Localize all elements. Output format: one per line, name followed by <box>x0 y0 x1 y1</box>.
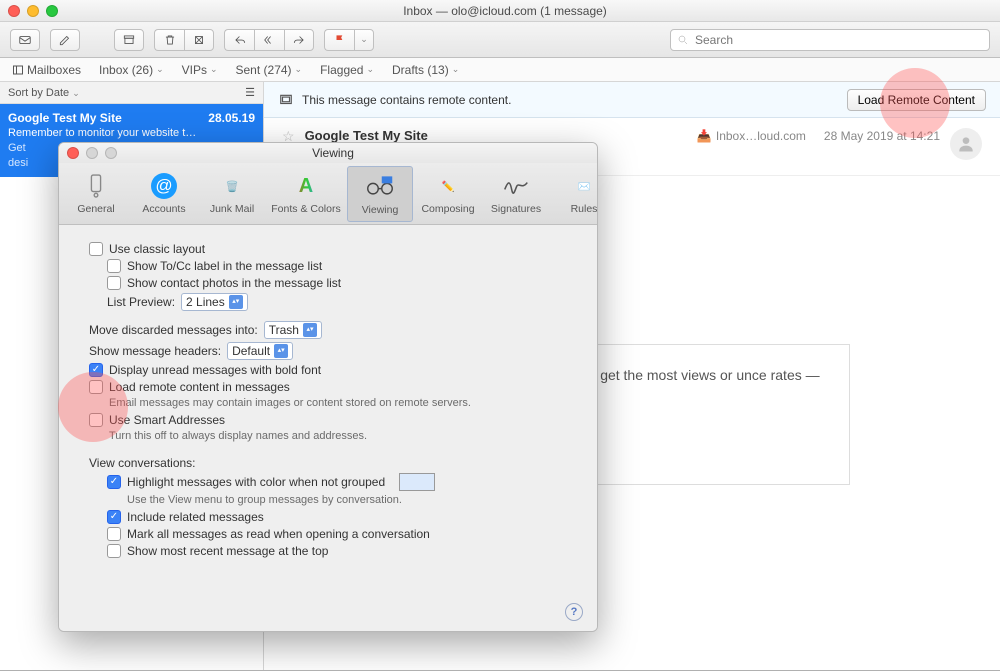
fav-label: Mailboxes <box>27 63 81 77</box>
list-preview-select[interactable]: 2 Lines▴▾ <box>181 293 248 311</box>
from-name: Google Test My Site <box>305 128 428 143</box>
zoom-icon[interactable] <box>105 147 117 159</box>
main-traffic-lights[interactable] <box>8 5 58 17</box>
main-titlebar: Inbox — olo@icloud.com (1 message) <box>0 0 1000 22</box>
remote-content-text: This message contains remote content. <box>302 93 511 107</box>
archive-button[interactable] <box>114 29 144 51</box>
search-placeholder: Search <box>695 33 733 47</box>
prefs-title: Viewing <box>127 146 539 160</box>
main-toolbar: ⌄ Search <box>0 22 1000 58</box>
minimize-icon[interactable] <box>27 5 39 17</box>
chk-smart[interactable] <box>89 413 103 427</box>
forward-button[interactable] <box>284 29 314 51</box>
prefs-tab-bar: General @Accounts 🗑️Junk Mail AFonts & C… <box>59 163 597 225</box>
tab-vips[interactable]: VIPs⌄ <box>182 63 218 77</box>
highlight-color-swatch[interactable] <box>399 473 435 491</box>
prefs-traffic-lights[interactable] <box>67 147 117 159</box>
tab-fonts[interactable]: AFonts & Colors <box>267 166 345 222</box>
headers-select[interactable]: Default▴▾ <box>227 342 293 360</box>
tab-junk[interactable]: 🗑️Junk Mail <box>199 166 265 222</box>
prefs-titlebar: Viewing <box>59 143 597 163</box>
trash-button[interactable] <box>154 29 184 51</box>
preferences-window: Viewing General @Accounts 🗑️Junk Mail AF… <box>58 142 598 632</box>
new-mail-button[interactable] <box>10 29 40 51</box>
close-icon[interactable] <box>67 147 79 159</box>
sort-header[interactable]: Sort by Date ⌄ ☰ <box>0 82 263 104</box>
search-input[interactable]: Search <box>670 29 990 51</box>
reply-button[interactable] <box>224 29 254 51</box>
prefs-body: Use classic layout Show To/Cc label in t… <box>59 225 597 631</box>
conv-header: View conversations: <box>89 456 575 470</box>
chk-classic[interactable] <box>89 242 103 256</box>
search-icon <box>677 34 689 46</box>
junk-button[interactable] <box>184 29 214 51</box>
favorites-bar: Mailboxes Inbox (26)⌄ VIPs⌄ Sent (274)⌄ … <box>0 58 1000 82</box>
tab-drafts[interactable]: Drafts (13)⌄ <box>392 63 459 77</box>
zoom-icon[interactable] <box>46 5 58 17</box>
tab-sent[interactable]: Sent (274)⌄ <box>236 63 303 77</box>
tab-flagged[interactable]: Flagged⌄ <box>320 63 374 77</box>
reply-all-button[interactable] <box>254 29 284 51</box>
tab-viewing[interactable]: Viewing <box>347 166 413 222</box>
chk-bold[interactable] <box>89 363 103 377</box>
tab-composing[interactable]: ✏️Composing <box>415 166 481 222</box>
discard-select[interactable]: Trash▴▾ <box>264 321 322 339</box>
chk-recent[interactable] <box>107 544 121 558</box>
window-title: Inbox — olo@icloud.com (1 message) <box>68 4 942 18</box>
close-icon[interactable] <box>8 5 20 17</box>
chk-related[interactable] <box>107 510 121 524</box>
load-remote-content-button[interactable]: Load Remote Content <box>847 89 986 111</box>
chk-tocc[interactable] <box>107 259 121 273</box>
chk-markread[interactable] <box>107 527 121 541</box>
tab-accounts[interactable]: @Accounts <box>131 166 197 222</box>
highlight-note: Use the View menu to group messages by c… <box>127 494 575 506</box>
tab-rules[interactable]: ✉️Rules <box>551 166 598 222</box>
chk-remote[interactable] <box>89 380 103 394</box>
chk-highlight[interactable] <box>107 475 121 489</box>
help-button[interactable]: ? <box>565 603 583 621</box>
tab-general[interactable]: General <box>63 166 129 222</box>
minimize-icon[interactable] <box>86 147 98 159</box>
mailbox-label: Inbox…loud.com <box>716 129 806 143</box>
message-date: 28 May 2019 at 14:21 <box>824 129 940 143</box>
compose-button[interactable] <box>50 29 80 51</box>
avatar <box>950 128 982 160</box>
flag-menu-button[interactable]: ⌄ <box>354 29 374 51</box>
filter-icon[interactable]: ☰ <box>245 86 255 99</box>
smart-note: Turn this off to always display names an… <box>109 430 575 442</box>
remote-note: Email messages may contain images or con… <box>109 397 575 409</box>
remote-content-icon <box>278 93 294 107</box>
mailboxes-toggle[interactable]: Mailboxes <box>12 63 81 77</box>
chk-photos[interactable] <box>107 276 121 290</box>
flag-button[interactable] <box>324 29 354 51</box>
remote-content-bar: This message contains remote content. Lo… <box>264 82 1000 118</box>
tab-signatures[interactable]: Signatures <box>483 166 549 222</box>
tab-inbox[interactable]: Inbox (26)⌄ <box>99 63 164 77</box>
